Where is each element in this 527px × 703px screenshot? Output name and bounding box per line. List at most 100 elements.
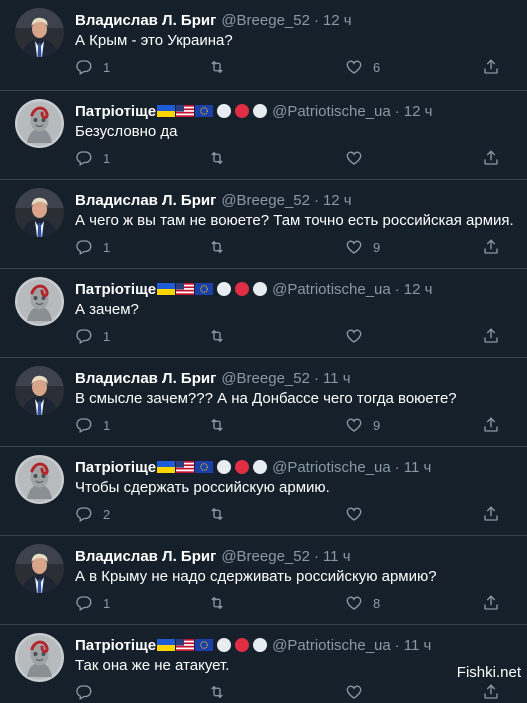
tweet[interactable]: Патріотіще @Patriotische_ua · 11 ч Так о… [0, 625, 527, 700]
usa-flag-icon [176, 639, 195, 651]
user-handle[interactable]: @Breege_52 [221, 192, 310, 209]
like-button[interactable] [345, 505, 373, 523]
display-name[interactable]: Патріотіще [75, 637, 156, 654]
share-button[interactable] [482, 683, 500, 701]
red-circle-icon [235, 638, 250, 652]
user-handle[interactable]: @Patriotische_ua [272, 281, 391, 298]
share-button[interactable] [482, 594, 500, 612]
separator-dot: · [313, 191, 319, 209]
retweet-button[interactable] [208, 58, 236, 76]
like-button[interactable]: 9 [345, 238, 380, 256]
retweet-button[interactable] [208, 505, 236, 523]
share-button[interactable] [482, 416, 500, 434]
tweet-text: А чего ж вы там не воюете? Там точно ест… [75, 212, 514, 229]
user-handle[interactable]: @Breege_52 [221, 370, 310, 387]
reply-button[interactable] [75, 683, 103, 701]
reply-icon [76, 596, 92, 611]
display-name[interactable]: Владислав Л. Бриг [75, 12, 216, 29]
timestamp[interactable]: 12 ч [323, 192, 352, 209]
share-icon [484, 328, 498, 343]
tweet[interactable]: Владислав Л. Бриг @Breege_52 · 12 ч А Кр… [0, 0, 527, 91]
share-icon [484, 150, 498, 165]
retweet-button[interactable] [208, 594, 236, 612]
usa-flag-icon [176, 461, 195, 473]
avatar[interactable] [15, 277, 64, 326]
display-name[interactable]: Владислав Л. Бриг [75, 370, 216, 387]
tweet[interactable]: Патріотіще @Patriotische_ua · 12 ч А зач… [0, 269, 527, 358]
timestamp[interactable]: 11 ч [323, 370, 351, 387]
tweet[interactable]: Патріотіще @Patriotische_ua · 12 ч Безус… [0, 91, 527, 180]
avatar[interactable] [15, 188, 64, 237]
avatar[interactable] [15, 455, 64, 504]
display-name[interactable]: Владислав Л. Бриг [75, 192, 216, 209]
white-circle-icon [253, 282, 268, 296]
white-circle-icon [217, 104, 232, 118]
retweet-icon [211, 685, 223, 699]
like-button[interactable]: 6 [345, 58, 380, 76]
share-icon [484, 239, 498, 254]
tweet[interactable]: Владислав Л. Бриг @Breege_52 · 12 ч А че… [0, 180, 527, 269]
share-icon [484, 59, 498, 74]
retweet-icon [211, 60, 223, 74]
avatar[interactable] [15, 633, 64, 682]
display-name[interactable]: Патріотіще [75, 459, 156, 476]
name-emoji-flags [157, 638, 268, 652]
user-handle[interactable]: @Patriotische_ua [272, 637, 391, 654]
reply-button[interactable]: 1 [75, 594, 110, 612]
tweet[interactable]: Владислав Л. Бриг @Breege_52 · 11 ч В см… [0, 358, 527, 447]
heart-icon [346, 60, 362, 74]
reply-icon [76, 240, 92, 255]
timestamp[interactable]: 12 ч [404, 103, 433, 120]
retweet-button[interactable] [208, 149, 236, 167]
reply-button[interactable]: 1 [75, 238, 110, 256]
share-button[interactable] [482, 238, 500, 256]
tweet-text: Чтобы сдержать российскую армию. [75, 479, 330, 496]
timestamp[interactable]: 11 ч [404, 459, 432, 476]
like-count: 6 [373, 59, 381, 75]
share-button[interactable] [482, 58, 500, 76]
retweet-button[interactable] [208, 683, 236, 701]
reply-button[interactable]: 1 [75, 327, 110, 345]
user-handle[interactable]: @Breege_52 [221, 12, 310, 29]
avatar[interactable] [15, 99, 64, 148]
avatar[interactable] [15, 8, 64, 57]
share-button[interactable] [482, 327, 500, 345]
heart-icon [346, 596, 362, 610]
timestamp[interactable]: 11 ч [323, 548, 351, 565]
share-icon [484, 684, 498, 699]
heart-icon [346, 685, 362, 699]
timestamp[interactable]: 12 ч [323, 12, 352, 29]
like-button[interactable]: 8 [345, 594, 380, 612]
like-button[interactable] [345, 327, 373, 345]
user-handle[interactable]: @Patriotische_ua [272, 459, 391, 476]
tweet-text: В смысле зачем??? А на Донбассе чего тог… [75, 390, 457, 407]
retweet-button[interactable] [208, 327, 236, 345]
avatar[interactable] [15, 366, 64, 415]
like-button[interactable] [345, 149, 373, 167]
reply-count: 1 [103, 59, 111, 75]
like-button[interactable]: 9 [345, 416, 380, 434]
ukraine-flag-icon [157, 639, 176, 651]
tweet[interactable]: Патріотіще @Patriotische_ua · 11 ч Чтобы… [0, 447, 527, 536]
share-button[interactable] [482, 505, 500, 523]
display-name[interactable]: Патріотіще [75, 103, 156, 120]
timestamp[interactable]: 11 ч [404, 637, 432, 654]
display-name[interactable]: Патріотіще [75, 281, 156, 298]
user-handle[interactable]: @Breege_52 [221, 548, 310, 565]
retweet-icon [211, 507, 223, 521]
reply-button[interactable]: 2 [75, 505, 110, 523]
timestamp[interactable]: 12 ч [404, 281, 433, 298]
retweet-button[interactable] [208, 238, 236, 256]
ukraine-flag-icon [157, 461, 176, 473]
like-button[interactable] [345, 683, 373, 701]
reply-button[interactable]: 1 [75, 58, 110, 76]
reply-button[interactable]: 1 [75, 416, 110, 434]
user-handle[interactable]: @Patriotische_ua [272, 103, 391, 120]
reply-button[interactable]: 1 [75, 149, 110, 167]
share-button[interactable] [482, 149, 500, 167]
tweet-header: Патріотіще @Patriotische_ua · 12 ч [75, 279, 432, 299]
display-name[interactable]: Владислав Л. Бриг [75, 548, 216, 565]
tweet[interactable]: Владислав Л. Бриг @Breege_52 · 11 ч А в … [0, 536, 527, 625]
retweet-button[interactable] [208, 416, 236, 434]
avatar[interactable] [15, 544, 64, 593]
